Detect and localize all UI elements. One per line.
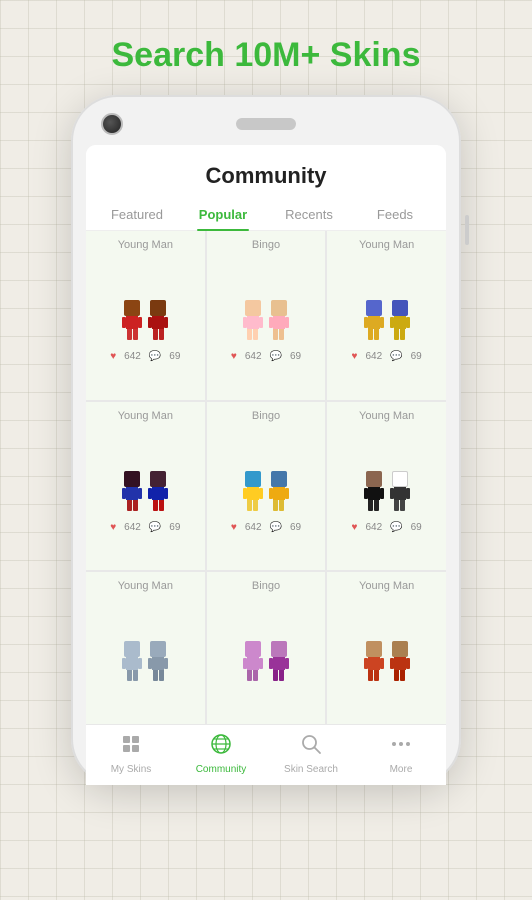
heart-icon-3: ♥ <box>352 351 358 362</box>
my-skins-icon <box>120 733 142 761</box>
page-header: Search 10M+ Skins <box>111 36 420 75</box>
nav-more[interactable]: More <box>356 733 446 775</box>
skin-name-4: Young Man <box>118 410 173 422</box>
phone-top <box>83 113 449 135</box>
skin-name-2: Bingo <box>252 239 280 251</box>
skin-stats-4: ♥ 642 💬 69 <box>110 522 180 533</box>
likes-count-2: 642 <box>245 351 262 362</box>
app-header: Community Featured Popular Recents Feeds <box>86 145 446 231</box>
skin-image-7 <box>95 596 195 686</box>
comment-icon-6: 💬 <box>390 522 402 533</box>
skin-name-5: Bingo <box>252 410 280 422</box>
comments-count-2: 69 <box>290 351 301 362</box>
phone-screen: Community Featured Popular Recents Feeds… <box>86 145 446 785</box>
nav-skin-search-label: Skin Search <box>284 764 338 775</box>
skin-search-icon <box>300 733 322 761</box>
tab-bar: Featured Popular Recents Feeds <box>86 199 446 231</box>
heart-icon-4: ♥ <box>110 522 116 533</box>
skin-card-1[interactable]: Young Man <box>86 231 205 400</box>
comments-count-4: 69 <box>169 522 180 533</box>
comment-icon-1: 💬 <box>149 351 161 362</box>
speaker <box>236 118 296 130</box>
page-title: Search 10M+ Skins <box>111 36 420 75</box>
nav-my-skins-label: My Skins <box>111 764 152 775</box>
likes-count-5: 642 <box>245 522 262 533</box>
likes-count-6: 642 <box>365 522 382 533</box>
skin-image-2 <box>216 255 316 345</box>
likes-count-3: 642 <box>365 351 382 362</box>
heart-icon-6: ♥ <box>352 522 358 533</box>
skin-image-5 <box>216 426 316 516</box>
comment-icon-3: 💬 <box>390 351 402 362</box>
comments-count-3: 69 <box>411 351 422 362</box>
more-icon <box>390 733 412 761</box>
skin-image-1 <box>95 255 195 345</box>
skin-stats-2: ♥ 642 💬 69 <box>231 351 301 362</box>
skin-image-3 <box>337 255 437 345</box>
nav-more-label: More <box>390 764 413 775</box>
nav-community[interactable]: Community <box>176 733 266 775</box>
heart-icon-5: ♥ <box>231 522 237 533</box>
skin-name-6: Young Man <box>359 410 414 422</box>
heart-icon-1: ♥ <box>110 351 116 362</box>
skin-card-6[interactable]: Young Man <box>327 402 446 571</box>
comment-icon-4: 💬 <box>149 522 161 533</box>
nav-skin-search[interactable]: Skin Search <box>266 733 356 775</box>
skin-stats-6: ♥ 642 💬 69 <box>352 522 422 533</box>
skin-card-4[interactable]: Young Man <box>86 402 205 571</box>
comment-icon-2: 💬 <box>270 351 282 362</box>
skin-stats-5: ♥ 642 💬 69 <box>231 522 301 533</box>
likes-count-1: 642 <box>124 351 141 362</box>
skin-image-6 <box>337 426 437 516</box>
tab-recents[interactable]: Recents <box>266 199 352 230</box>
skin-name-1: Young Man <box>118 239 173 251</box>
likes-count-4: 642 <box>124 522 141 533</box>
tab-popular[interactable]: Popular <box>180 199 266 230</box>
community-icon <box>210 733 232 761</box>
tab-featured[interactable]: Featured <box>94 199 180 230</box>
comments-count-6: 69 <box>411 522 422 533</box>
nav-community-label: Community <box>196 764 247 775</box>
power-button <box>465 215 469 245</box>
skin-card-5[interactable]: Bingo <box>207 402 326 571</box>
tab-feeds[interactable]: Feeds <box>352 199 438 230</box>
comment-icon-5: 💬 <box>270 522 282 533</box>
skin-name-9: Young Man <box>359 580 414 592</box>
phone-shell: Community Featured Popular Recents Feeds… <box>71 95 461 785</box>
skin-name-3: Young Man <box>359 239 414 251</box>
skin-stats-3: ♥ 642 💬 69 <box>352 351 422 362</box>
skin-card-8[interactable]: Bingo <box>207 572 326 724</box>
comments-count-1: 69 <box>169 351 180 362</box>
skin-image-9 <box>337 596 437 686</box>
skin-stats-1: ♥ 642 💬 69 <box>110 351 180 362</box>
skin-card-7[interactable]: Young Man <box>86 572 205 724</box>
skin-name-8: Bingo <box>252 580 280 592</box>
community-title: Community <box>86 163 446 189</box>
skin-image-4 <box>95 426 195 516</box>
skin-grid: Young Man <box>86 231 446 724</box>
skin-card-2[interactable]: Bingo <box>207 231 326 400</box>
skin-card-3[interactable]: Young Man <box>327 231 446 400</box>
comments-count-5: 69 <box>290 522 301 533</box>
skin-card-9[interactable]: Young Man <box>327 572 446 724</box>
skin-image-8 <box>216 596 316 686</box>
camera <box>101 113 123 135</box>
heart-icon-2: ♥ <box>231 351 237 362</box>
skin-name-7: Young Man <box>118 580 173 592</box>
bottom-nav: My Skins Community <box>86 724 446 785</box>
nav-my-skins[interactable]: My Skins <box>86 733 176 775</box>
